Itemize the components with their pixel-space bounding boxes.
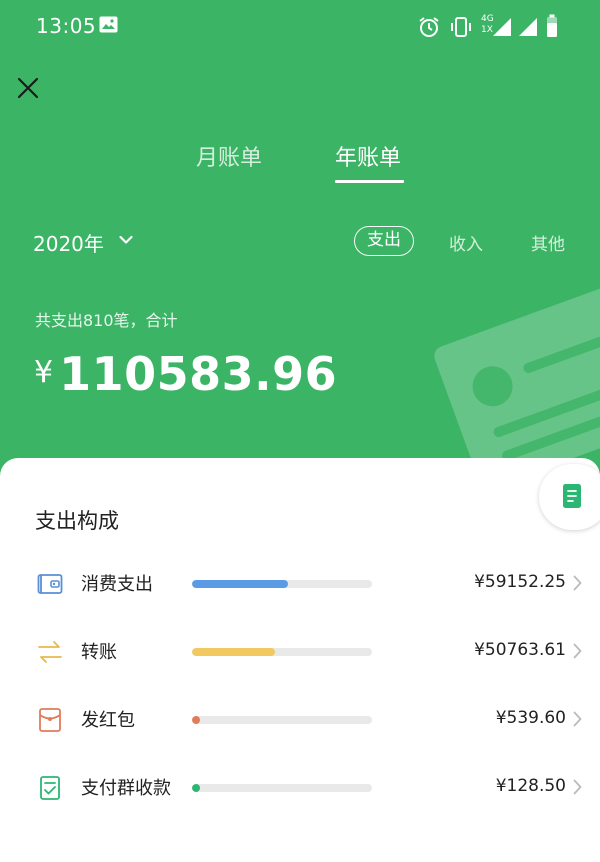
progress-fill <box>192 716 200 724</box>
chevron-right-icon <box>573 575 582 591</box>
status-time: 13:05 <box>36 14 97 38</box>
breakdown-amount: ¥59152.25 <box>474 572 566 592</box>
progress-fill <box>192 580 288 588</box>
transfer-icon <box>38 641 62 663</box>
tab-monthly-bill[interactable]: 月账单 <box>196 140 262 172</box>
progress-fill <box>192 784 200 792</box>
chevron-down-icon <box>119 235 133 244</box>
breakdown-label: 支付群收款 <box>81 778 171 799</box>
bill-illustration-icon <box>434 285 600 470</box>
breakdown-row-red-envelope[interactable]: 发红包 ¥539.60 <box>0 699 600 739</box>
filter-other[interactable]: 其他 <box>531 230 565 255</box>
active-tab-indicator <box>335 180 404 183</box>
breakdown-label: 消费支出 <box>81 574 153 595</box>
document-icon <box>563 484 581 508</box>
progress-track <box>192 784 372 792</box>
close-icon[interactable] <box>14 74 42 102</box>
year-selector[interactable]: 2020年 <box>33 228 133 256</box>
alarm-icon <box>419 17 439 37</box>
breakdown-panel: 支出构成 消费支出 ¥59152.25 转账 ¥50763.61 发红包 ¥53… <box>0 458 600 862</box>
currency-symbol: ¥ <box>34 355 54 390</box>
progress-track <box>192 716 372 724</box>
battery-icon <box>547 14 557 37</box>
filter-expense[interactable]: 支出 <box>354 226 414 256</box>
year-selector-value: 2020年 <box>33 232 104 256</box>
breakdown-amount: ¥50763.61 <box>474 640 566 660</box>
bill-document-button[interactable] <box>539 464 600 530</box>
breakdown-label: 转账 <box>81 642 117 663</box>
red-envelope-icon <box>39 708 61 732</box>
progress-track <box>192 648 372 656</box>
signal-sim2-icon <box>519 18 537 36</box>
breakdown-title: 支出构成 <box>35 509 119 533</box>
breakdown-row-group-payment[interactable]: 支付群收款 ¥128.50 <box>0 767 600 807</box>
header-area: 13:05 4G 1X 月账单 年账单 2020年 支出 收入 其他 共支出81… <box>0 0 600 470</box>
breakdown-row-consumption[interactable]: 消费支出 ¥59152.25 <box>0 563 600 603</box>
tab-yearly-bill[interactable]: 年账单 <box>335 140 401 172</box>
chevron-right-icon <box>573 643 582 659</box>
total-amount-display: ¥110583.96 <box>34 347 337 401</box>
group-payment-icon <box>40 776 60 800</box>
chevron-right-icon <box>573 711 582 727</box>
status-icons: 4G 1X <box>418 14 568 40</box>
progress-fill <box>192 648 275 656</box>
summary-subtitle: 共支出810笔，合计 <box>35 311 178 330</box>
vibrate-icon <box>451 17 471 37</box>
progress-track <box>192 580 372 588</box>
wallet-icon <box>37 574 63 594</box>
total-amount: 110583.96 <box>59 347 338 401</box>
signal-sim1-icon <box>493 18 511 36</box>
gallery-notification-icon <box>99 16 118 33</box>
breakdown-label: 发红包 <box>81 710 135 731</box>
bill-tabs: 月账单 年账单 <box>0 140 600 190</box>
breakdown-amount: ¥128.50 <box>495 776 566 796</box>
filter-income[interactable]: 收入 <box>449 230 483 255</box>
breakdown-row-transfer[interactable]: 转账 ¥50763.61 <box>0 631 600 671</box>
chevron-right-icon <box>573 779 582 795</box>
breakdown-amount: ¥539.60 <box>495 708 566 728</box>
status-bar: 13:05 4G 1X <box>0 0 600 54</box>
